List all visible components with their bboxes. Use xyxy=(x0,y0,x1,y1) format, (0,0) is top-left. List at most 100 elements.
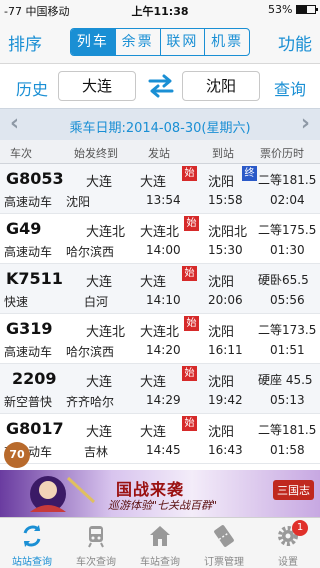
train-type: 新空普快 xyxy=(4,395,53,409)
tab-label: 车站查询 xyxy=(140,557,180,568)
settings-notification-badge: 1 xyxy=(292,520,308,536)
origin-start-badge: 始 xyxy=(184,316,199,331)
duration: 02:04 xyxy=(270,193,305,207)
duration: 01:58 xyxy=(270,443,305,457)
segment-flight[interactable]: 机票 xyxy=(205,29,249,55)
seat-price: 二等173.5 xyxy=(258,323,317,337)
departure-time: 14:10 xyxy=(146,293,181,307)
next-day-icon[interactable]: › xyxy=(301,111,310,136)
duration: 05:56 xyxy=(270,293,305,307)
origin-start-badge: 始 xyxy=(182,266,197,281)
train-number: G8017 xyxy=(6,419,64,438)
segment-online[interactable]: 联网 xyxy=(161,29,206,55)
seat-price: 硬座 45.5 xyxy=(258,373,313,387)
seat-price: 二等175.5 xyxy=(258,223,317,237)
arrival-station: 沈阳 xyxy=(208,325,235,340)
mode-segmented-control: 列车 余票 联网 机票 xyxy=(70,28,250,56)
column-price-duration: 票价历时 xyxy=(260,147,304,160)
floating-count-badge[interactable]: 70 xyxy=(4,442,30,468)
train-row[interactable]: G8053 高速动车 大连 沈阳 大连 始 13:54 沈阳 终 15:58 二… xyxy=(0,164,320,214)
tab-train-number[interactable]: 车次查询 xyxy=(64,518,128,568)
train-type: 高速动车 xyxy=(4,245,53,259)
arrival-station: 沈阳 xyxy=(208,425,235,440)
train-row[interactable]: G8017 高速动车 大连 吉林 大连 始 14:45 沈阳 16:43 二等1… xyxy=(0,414,320,464)
departure-station: 大连北 xyxy=(140,325,180,340)
terminal-station: 吉林 xyxy=(84,445,109,459)
bottom-tab-bar: 站站查询 车次查询 车站查询 订票管理 1 设置 xyxy=(0,517,320,568)
arrival-time: 19:42 xyxy=(208,393,243,407)
ad-subtitle: 巡游体验"七关战百群" xyxy=(108,499,218,512)
departure-time: 14:29 xyxy=(146,393,181,407)
train-row[interactable]: K7511 快速 大连 白河 大连 始 14:10 沈阳 20:06 硬卧65.… xyxy=(0,264,320,314)
arrival-station: 沈阳 xyxy=(208,375,235,390)
arrival-time: 20:06 xyxy=(208,293,243,307)
train-number: G49 xyxy=(6,219,42,238)
battery-icon xyxy=(296,5,318,14)
origin-start-badge: 始 xyxy=(182,366,197,381)
sort-button[interactable]: 排序 xyxy=(8,30,42,55)
tab-settings[interactable]: 1 设置 xyxy=(256,518,320,568)
terminal-station: 白河 xyxy=(84,295,109,309)
arrival-time: 16:43 xyxy=(208,443,243,457)
train-type: 快速 xyxy=(4,295,29,309)
tab-label: 设置 xyxy=(278,557,298,568)
to-city-field[interactable]: 沈阳 xyxy=(182,71,260,101)
arrival-station: 沈阳北 xyxy=(208,225,248,240)
tab-station-to-station[interactable]: 站站查询 xyxy=(0,518,64,568)
seat-price: 二等181.5 xyxy=(258,173,317,187)
tab-label: 车次查询 xyxy=(76,557,116,568)
terminal-station: 哈尔滨西 xyxy=(66,245,115,259)
terminal-station: 沈阳 xyxy=(66,195,91,209)
arrival-station: 沈阳 xyxy=(208,275,235,290)
travel-date[interactable]: 乘车日期:2014-08-30(星期六) xyxy=(0,117,320,136)
train-results-list: G8053 高速动车 大连 沈阳 大连 始 13:54 沈阳 终 15:58 二… xyxy=(0,164,320,517)
station-house-icon xyxy=(150,526,170,546)
column-arrival-station: 到站 xyxy=(212,147,234,160)
swap-cities-icon[interactable] xyxy=(147,73,175,99)
seat-price: 硬卧65.5 xyxy=(258,273,309,287)
tab-label: 订票管理 xyxy=(204,557,244,568)
arrival-time: 15:58 xyxy=(208,193,243,207)
history-button[interactable]: 历史 xyxy=(16,76,48,100)
departure-time: 13:54 xyxy=(146,193,181,207)
tab-booking-management[interactable]: 订票管理 xyxy=(192,518,256,568)
tab-station[interactable]: 车站查询 xyxy=(128,518,192,568)
route-search-row: 历史 大连 沈阳 查询 xyxy=(0,64,320,108)
duration: 05:13 xyxy=(270,393,305,407)
from-city-field[interactable]: 大连 xyxy=(58,71,136,101)
origin-station: 大连北 xyxy=(86,325,126,340)
column-train-number: 车次 xyxy=(10,147,32,160)
terminal-station: 齐齐哈尔 xyxy=(66,395,115,409)
segment-train[interactable]: 列车 xyxy=(71,29,116,55)
query-button[interactable]: 查询 xyxy=(274,76,306,100)
train-number: G319 xyxy=(6,319,53,338)
origin-start-badge: 始 xyxy=(182,166,197,181)
column-origin-terminal: 始发终到 xyxy=(74,147,118,160)
ad-banner[interactable]: 国战来袭 巡游体验"七关战百群" 三国志 xyxy=(0,470,320,517)
departure-station: 大连 xyxy=(140,425,167,440)
train-icon xyxy=(88,526,104,548)
origin-station: 大连 xyxy=(86,275,113,290)
origin-station: 大连 xyxy=(86,375,113,390)
battery-status: 53% xyxy=(268,3,318,16)
departure-time: 14:20 xyxy=(146,343,181,357)
duration: 01:30 xyxy=(270,243,305,257)
status-bar: -77 中国移动 上午11:38 53% xyxy=(0,0,320,20)
origin-start-badge: 始 xyxy=(184,216,199,231)
departure-station: 大连 xyxy=(140,375,167,390)
seat-price: 二等181.5 xyxy=(258,423,317,437)
origin-station: 大连 xyxy=(86,425,113,440)
departure-station: 大连 xyxy=(140,275,167,290)
ad-logo: 三国志 xyxy=(273,480,314,500)
train-row[interactable]: 2209 新空普快 大连 齐齐哈尔 大连 始 14:29 沈阳 19:42 硬座… xyxy=(0,364,320,414)
origin-start-badge: 始 xyxy=(182,416,197,431)
segment-remaining-tickets[interactable]: 余票 xyxy=(116,29,161,55)
top-navigation-bar: 排序 列车 余票 联网 机票 功能 xyxy=(0,20,320,64)
travel-date-bar: ‹ 乘车日期:2014-08-30(星期六) › xyxy=(0,108,320,140)
function-button[interactable]: 功能 xyxy=(278,30,312,55)
train-row[interactable]: G319 高速动车 大连北 哈尔滨西 大连北 始 14:20 沈阳 16:11 … xyxy=(0,314,320,364)
departure-station: 大连北 xyxy=(140,225,180,240)
refresh-arrows-icon xyxy=(23,525,41,547)
train-row[interactable]: G49 高速动车 大连北 哈尔滨西 大连北 始 14:00 沈阳北 15:30 … xyxy=(0,214,320,264)
departure-time: 14:45 xyxy=(146,443,181,457)
